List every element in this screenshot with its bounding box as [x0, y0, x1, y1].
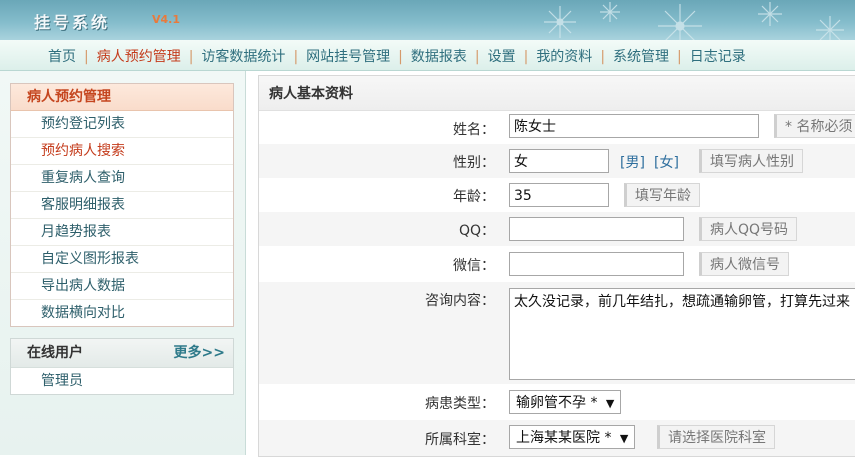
sidebar-item-duplicate-query[interactable]: 重复病人查询: [11, 165, 233, 192]
app-version: V4.1: [152, 13, 180, 26]
banner-decoration: [544, 2, 844, 40]
disease-type-label: 病患类型：: [425, 396, 495, 412]
consult-textarea[interactable]: 太久没记录，前几年结扎，想疏通输卵管，打算先过来: [509, 288, 855, 380]
disease-type-select[interactable]: 输卵管不孕 * ▼: [509, 390, 622, 414]
sidebar-item-service-report[interactable]: 客服明细报表: [11, 192, 233, 219]
chevron-down-icon: ▼: [605, 397, 615, 410]
gender-input[interactable]: 女: [509, 149, 609, 173]
nav-item-logs[interactable]: 日志记录: [682, 49, 754, 65]
age-hint: 填写年龄: [624, 183, 700, 207]
header-banner: 挂号系统 V4.1: [0, 0, 855, 40]
wechat-input[interactable]: [509, 252, 684, 276]
sidebar-item-export-data[interactable]: 导出病人数据: [11, 273, 233, 300]
department-select[interactable]: 上海某某医院 * ▼: [509, 425, 636, 449]
sidebar-item-monthly-trend[interactable]: 月趋势报表: [11, 219, 233, 246]
qq-hint: 病人QQ号码: [699, 217, 798, 241]
more-users-link[interactable]: 更多>>: [174, 339, 225, 367]
online-users-header: 在线用户 更多>>: [11, 339, 233, 368]
name-hint: * 名称必须: [774, 114, 855, 138]
name-input[interactable]: 陈女士: [509, 114, 759, 138]
nav-item-home[interactable]: 首页: [40, 49, 84, 65]
app-logo: 挂号系统: [34, 13, 111, 32]
form-row-qq: QQ： 病人QQ号码: [259, 212, 855, 246]
age-input[interactable]: 35: [509, 183, 609, 207]
gender-hint: 填写病人性别: [699, 149, 803, 173]
department-value: 上海某某医院 *: [516, 430, 612, 446]
wechat-label: 微信：: [453, 258, 495, 274]
sidebar-item-patient-search[interactable]: 预约病人搜索: [11, 138, 233, 165]
wechat-hint: 病人微信号: [699, 252, 789, 276]
form-row-department: 所属科室： 上海某某医院 * ▼ 请选择医院科室: [259, 420, 855, 456]
gender-label: 性别：: [453, 155, 495, 171]
gender-option-male[interactable]: [男]: [620, 152, 645, 172]
sidebar-item-custom-chart[interactable]: 自定义图形报表: [11, 246, 233, 273]
age-label: 年龄：: [453, 189, 495, 205]
form-row-age: 年龄： 35 填写年龄: [259, 178, 855, 212]
nav-items: 首页 | 病人预约管理 | 访客数据统计 | 网站挂号管理 | 数据报表 | 设置 | 我的资料 | 系统管…: [40, 46, 754, 66]
nav-item-visitor-stats[interactable]: 访客数据统计: [193, 49, 293, 65]
name-label: 姓名：: [453, 122, 495, 138]
form-row-gender: 性别： 女 [男] [女] 填写病人性别: [259, 144, 855, 178]
nav-separator: |: [474, 49, 480, 65]
nav-item-appointments[interactable]: 病人预约管理: [89, 49, 189, 65]
disease-type-value: 输卵管不孕 *: [516, 395, 598, 411]
department-label: 所属科室：: [425, 432, 495, 448]
form-row-consult: 咨询内容： 太久没记录，前几年结扎，想疏通输卵管，打算先过来: [259, 282, 855, 384]
consult-label: 咨询内容：: [425, 293, 495, 309]
online-users-title: 在线用户: [27, 345, 83, 361]
qq-label: QQ：: [458, 223, 495, 239]
form-row-disease-type: 病患类型： 输卵管不孕 * ▼: [259, 384, 855, 420]
online-users-panel: 在线用户 更多>> 管理员: [10, 338, 234, 395]
chevron-down-icon: ▼: [619, 432, 629, 445]
sidebar-item-cross-compare[interactable]: 数据横向对比: [11, 300, 233, 326]
form-title: 病人基本资料: [259, 76, 855, 111]
nav-item-my-profile[interactable]: 我的资料: [528, 49, 600, 65]
top-nav: 首页 | 病人预约管理 | 访客数据统计 | 网站挂号管理 | 数据报表 | 设置 | 我的资料 | 系统管…: [0, 40, 855, 71]
gender-option-female[interactable]: [女]: [654, 152, 679, 172]
nav-item-settings[interactable]: 设置: [480, 49, 524, 65]
nav-item-web-registration[interactable]: 网站挂号管理: [298, 49, 398, 65]
nav-separator: |: [84, 49, 89, 65]
department-hint: 请选择医院科室: [657, 425, 775, 449]
sidebar-section-title: 病人预约管理: [11, 84, 233, 111]
patient-form-panel: 病人基本资料 姓名： 陈女士 * 名称必须 性别： 女 [男] [女] 填写病人…: [258, 75, 855, 457]
sidebar-menu-panel: 病人预约管理 预约登记列表 预约病人搜索 重复病人查询 客服明细报表 月趋势报表…: [10, 83, 234, 327]
form-row-wechat: 微信： 病人微信号: [259, 246, 855, 282]
qq-input[interactable]: [509, 217, 684, 241]
nav-item-reports[interactable]: 数据报表: [403, 49, 475, 65]
online-user: 管理员: [41, 373, 83, 389]
sidebar-item-appointment-list[interactable]: 预约登记列表: [11, 111, 233, 138]
nav-item-system[interactable]: 系统管理: [605, 49, 677, 65]
form-row-name: 姓名： 陈女士 * 名称必须: [259, 112, 855, 144]
